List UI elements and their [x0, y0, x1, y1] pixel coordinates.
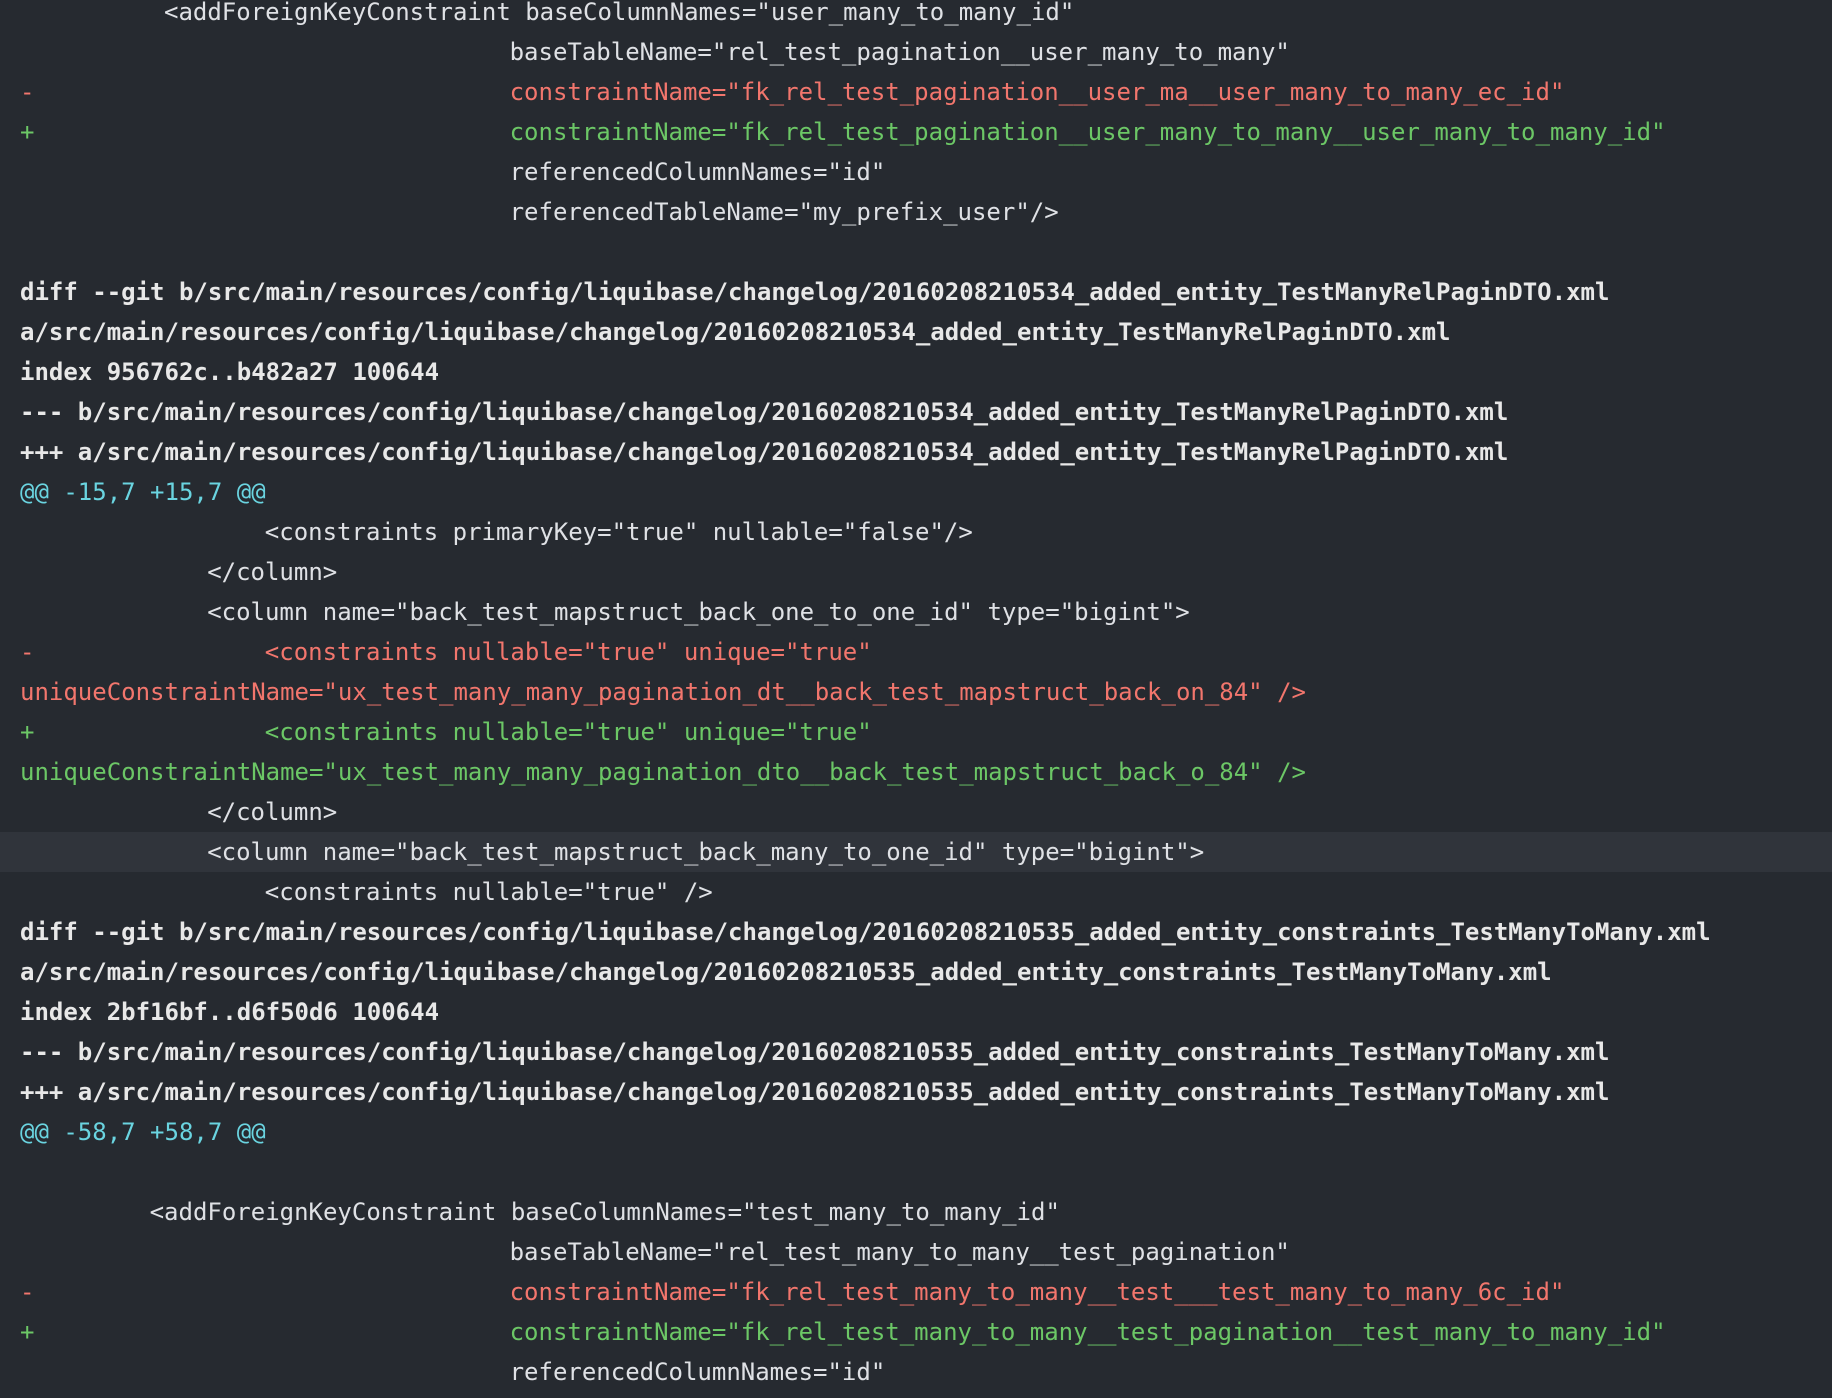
diff-line-text: <column name="back_test_mapstruct_back_m…: [207, 838, 1205, 866]
diff-line-text: @@ -58,7 +58,7 @@: [20, 1118, 266, 1146]
diff-line-meta: index 956762c..b482a27 100644: [0, 352, 1832, 392]
diff-line-meta: diff --git b/src/main/resources/config/l…: [0, 912, 1832, 952]
diff-line-text: +++ a/src/main/resources/config/liquibas…: [20, 438, 1509, 466]
diff-line-hunk: @@ -15,7 +15,7 @@: [0, 472, 1832, 512]
diff-line-text: baseTableName="rel_test_pagination__user…: [509, 38, 1290, 66]
diff-line-ctx: <constraints primaryKey="true" nullable=…: [0, 512, 1832, 552]
diff-line-meta: +++ a/src/main/resources/config/liquibas…: [0, 432, 1832, 472]
removed-marker: -: [20, 78, 35, 106]
diff-line-text: a/src/main/resources/config/liquibase/ch…: [20, 318, 1451, 346]
diff-line-hunk: @@ -58,7 +58,7 @@: [0, 1112, 1832, 1152]
diff-line-text: </column>: [207, 798, 338, 826]
diff-line-text: constraintName="fk_rel_test_many_to_many…: [509, 1278, 1565, 1306]
diff-line-add: + constraintName="fk_rel_test_pagination_…: [0, 112, 1832, 152]
diff-line-ctx: [0, 232, 1832, 272]
diff-line-ctx: <constraints nullable="true" />: [0, 872, 1832, 912]
diff-line-ctx: <column name="back_test_mapstruct_back_o…: [0, 592, 1832, 632]
diff-line-text: +++ a/src/main/resources/config/liquibas…: [20, 1078, 1610, 1106]
diff-line-text: --- b/src/main/resources/config/liquibas…: [20, 398, 1509, 426]
diff-line-text: </column>: [207, 558, 338, 586]
diff-line-text: index 956762c..b482a27 100644: [20, 358, 440, 386]
diff-line-meta: --- b/src/main/resources/config/liquibas…: [0, 1032, 1832, 1072]
diff-line-ctx: </column>: [0, 792, 1832, 832]
diff-line-text: <constraints nullable="true" />: [264, 878, 713, 906]
diff-line-meta: a/src/main/resources/config/liquibase/ch…: [0, 312, 1832, 352]
diff-line-ctx: [0, 1152, 1832, 1192]
diff-line-ctx: referencedColumnNames="id": [0, 152, 1832, 192]
diff-line-ctx: baseTableName="rel_test_many_to_many__te…: [0, 1232, 1832, 1272]
diff-line-text: a/src/main/resources/config/liquibase/ch…: [20, 958, 1552, 986]
diff-line-text: uniqueConstraintName="ux_test_many_many_…: [20, 758, 1306, 786]
added-marker: +: [20, 1318, 35, 1346]
diff-line-text: <addForeignKeyConstraint baseColumnNames…: [164, 0, 1075, 26]
diff-line-text: baseTableName="rel_test_many_to_many__te…: [509, 1238, 1290, 1266]
diff-line-add: + constraintName="fk_rel_test_many_to_man…: [0, 1312, 1832, 1352]
diff-line-text: referencedTableName="my_prefix_user"/>: [509, 198, 1059, 226]
diff-line-text: diff --git b/src/main/resources/config/l…: [20, 278, 1610, 306]
diff-line-meta: a/src/main/resources/config/liquibase/ch…: [0, 952, 1832, 992]
diff-line-text: <constraints nullable="true" unique="tru…: [264, 638, 872, 666]
diff-line-text: diff --git b/src/main/resources/config/l…: [20, 918, 1711, 946]
diff-line-text: <constraints nullable="true" unique="tru…: [264, 718, 872, 746]
diff-line-text: @@ -15,7 +15,7 @@: [20, 478, 266, 506]
diff-line-meta: --- b/src/main/resources/config/liquibas…: [0, 392, 1832, 432]
added-marker: +: [20, 718, 35, 746]
added-marker: +: [20, 118, 35, 146]
diff-line-text: constraintName="fk_rel_test_pagination__…: [509, 78, 1565, 106]
diff-line-text: constraintName="fk_rel_test_pagination__…: [509, 118, 1666, 146]
diff-line-del: uniqueConstraintName="ux_test_many_many_…: [0, 672, 1832, 712]
diff-line-meta: diff --git b/src/main/resources/config/l…: [0, 272, 1832, 312]
diff-line-del: - constraintName="fk_rel_test_many_to_man…: [0, 1272, 1832, 1312]
diff-line-ctx: referencedColumnNames="id": [0, 1352, 1832, 1392]
diff-line-del: - <constraints nullable="true" unique="tr…: [0, 632, 1832, 672]
terminal-diff-output: <addForeignKeyConstraint baseColumnNames…: [0, 0, 1832, 1392]
diff-line-text: referencedColumnNames="id": [509, 158, 886, 186]
diff-line-ctx: <addForeignKeyConstraint baseColumnNames…: [0, 1192, 1832, 1232]
diff-line-text: referencedColumnNames="id": [509, 1358, 886, 1386]
diff-line-meta: index 2bf16bf..d6f50d6 100644: [0, 992, 1832, 1032]
diff-line-text: uniqueConstraintName="ux_test_many_many_…: [20, 678, 1306, 706]
diff-line-ctx: <column name="back_test_mapstruct_back_m…: [0, 832, 1832, 872]
diff-line-add: + <constraints nullable="true" unique="tr…: [0, 712, 1832, 752]
diff-line-ctx: <addForeignKeyConstraint baseColumnNames…: [0, 0, 1832, 32]
removed-marker: -: [20, 638, 35, 666]
diff-line-text: constraintName="fk_rel_test_many_to_many…: [509, 1318, 1666, 1346]
diff-line-text: <constraints primaryKey="true" nullable=…: [264, 518, 973, 546]
diff-line-del: - constraintName="fk_rel_test_pagination_…: [0, 72, 1832, 112]
diff-line-text: index 2bf16bf..d6f50d6 100644: [20, 998, 440, 1026]
diff-line-text: --- b/src/main/resources/config/liquibas…: [20, 1038, 1610, 1066]
diff-line-text: <column name="back_test_mapstruct_back_o…: [207, 598, 1190, 626]
diff-line-add: uniqueConstraintName="ux_test_many_many_…: [0, 752, 1832, 792]
diff-line-ctx: </column>: [0, 552, 1832, 592]
diff-line-ctx: referencedTableName="my_prefix_user"/>: [0, 192, 1832, 232]
diff-line-ctx: baseTableName="rel_test_pagination__user…: [0, 32, 1832, 72]
removed-marker: -: [20, 1278, 35, 1306]
diff-line-text: <addForeignKeyConstraint baseColumnNames…: [149, 1198, 1060, 1226]
diff-line-meta: +++ a/src/main/resources/config/liquibas…: [0, 1072, 1832, 1112]
